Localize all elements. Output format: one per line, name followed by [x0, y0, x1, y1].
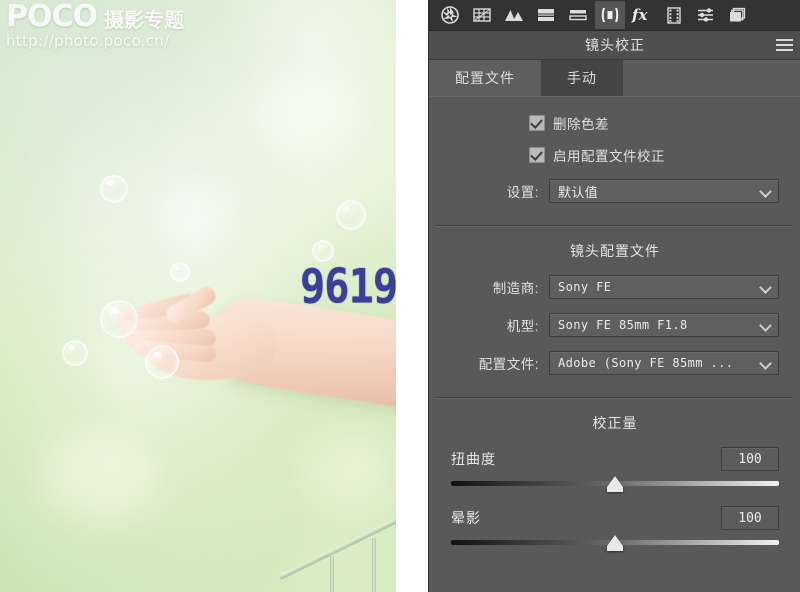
- field-make: 制造商: Sony FE: [451, 275, 779, 299]
- chevron-down-icon: [761, 187, 770, 196]
- correction-heading: 校正量: [592, 415, 638, 431]
- vignette-thumb[interactable]: [607, 535, 623, 551]
- tab-profile-label: 配置文件: [455, 70, 515, 86]
- checkbox-label: 启用配置文件校正: [553, 149, 665, 164]
- field-settings: 设置: 默认值: [451, 179, 779, 203]
- checkbox-remove-chromatic-aberration[interactable]: 删除色差: [529, 113, 800, 133]
- checkbox-group: 删除色差 启用配置文件校正: [429, 97, 800, 165]
- chevron-down-icon: [761, 359, 770, 368]
- settings-select[interactable]: 默认值: [549, 179, 779, 203]
- tab-profile[interactable]: 配置文件: [429, 60, 541, 96]
- settings-value: 默认值: [558, 184, 599, 200]
- checkbox-label: 删除色差: [553, 117, 609, 132]
- distortion-track[interactable]: [451, 476, 779, 492]
- panel-toolbar: fx: [429, 0, 800, 31]
- distortion-value-box[interactable]: 100: [721, 447, 779, 471]
- tabs-filler: [623, 60, 800, 96]
- two-bars-icon[interactable]: [563, 1, 593, 29]
- vignette-value: 100: [738, 510, 762, 526]
- model-select[interactable]: Sony FE 85mm F1.8: [549, 313, 779, 337]
- panel-tabs: 配置文件 手动: [429, 60, 800, 97]
- slider-vignette: 晕影 100: [451, 506, 779, 551]
- model-value: Sony FE 85mm F1.8: [558, 318, 688, 332]
- divider: [437, 397, 793, 399]
- make-label: 制造商:: [492, 281, 539, 296]
- aperture-icon[interactable]: [435, 1, 465, 29]
- watermark-url: http://photo.poco.cn/: [6, 32, 170, 50]
- distortion-value: 100: [738, 451, 762, 467]
- make-select[interactable]: Sony FE: [549, 275, 779, 299]
- settings-label: 设置:: [506, 185, 539, 200]
- profile-label: 配置文件:: [478, 357, 539, 372]
- watermark: POCO 摄影专题 http://photo.poco.cn/: [6, 2, 184, 49]
- fx-icon[interactable]: fx: [627, 1, 657, 29]
- slider-head: 晕影 100: [451, 506, 779, 530]
- svg-text:fx: fx: [631, 6, 648, 24]
- bubble-icon: [100, 300, 138, 338]
- app-screenshot: POCO 摄影专题 http://photo.poco.cn/ 961927: [0, 0, 800, 592]
- panel-title: 镜头校正: [585, 37, 645, 53]
- lens-profile-heading: 镜头配置文件: [570, 243, 660, 259]
- bubble-icon: [336, 200, 366, 230]
- bubble-icon: [100, 175, 128, 203]
- distortion-label: 扭曲度: [451, 451, 496, 467]
- field-profile: 配置文件: Adobe (Sony FE 85mm ...: [451, 351, 779, 375]
- photo-gutter: [396, 0, 428, 592]
- panel-body: 删除色差 启用配置文件校正 设置: 默认值 镜头配置文件 制造商: Sony F…: [429, 97, 800, 551]
- divider: [437, 225, 793, 227]
- lens-correction-panel: fx 镜头校正 配置文件 手动 删除色差 启用配置文件校正 设置: 默认值 镜头…: [428, 0, 800, 592]
- distortion-thumb[interactable]: [607, 476, 623, 492]
- grid-table-icon[interactable]: [467, 1, 497, 29]
- make-value: Sony FE: [558, 280, 612, 294]
- bubble-icon: [62, 340, 88, 366]
- lens-correction-icon[interactable]: [595, 1, 625, 29]
- split-rows-icon[interactable]: [531, 1, 561, 29]
- watermark-topic: 摄影专题: [104, 8, 185, 32]
- bokeh-blob: [40, 430, 160, 525]
- bokeh-blob: [150, 180, 230, 250]
- bubble-icon: [170, 262, 190, 282]
- filmstrip-icon[interactable]: [659, 1, 689, 29]
- hamburger-icon[interactable]: [776, 39, 793, 51]
- checkbox-icon[interactable]: [529, 147, 545, 163]
- checkbox-enable-profile-correction[interactable]: 启用配置文件校正: [529, 145, 800, 165]
- slider-head: 扭曲度 100: [451, 447, 779, 471]
- watermark-brand: POCO: [6, 0, 98, 34]
- bokeh-blob: [250, 70, 360, 160]
- railing-post: [372, 538, 376, 592]
- profile-select[interactable]: Adobe (Sony FE 85mm ...: [549, 351, 779, 375]
- profile-value: Adobe (Sony FE 85mm ...: [558, 356, 734, 370]
- vignette-value-box[interactable]: 100: [721, 506, 779, 530]
- panel-title-bar: 镜头校正: [429, 31, 800, 60]
- bubble-icon: [145, 345, 179, 379]
- tab-manual-label: 手动: [567, 70, 597, 86]
- tab-manual[interactable]: 手动: [541, 60, 623, 96]
- sliders-icon[interactable]: [691, 1, 721, 29]
- layers-icon[interactable]: [723, 1, 753, 29]
- chevron-down-icon: [761, 283, 770, 292]
- vignette-track[interactable]: [451, 535, 779, 551]
- bokeh-blob: [300, 430, 390, 510]
- checkbox-icon[interactable]: [529, 115, 545, 131]
- model-label: 机型:: [506, 319, 539, 334]
- chevron-down-icon: [761, 321, 770, 330]
- field-model: 机型: Sony FE 85mm F1.8: [451, 313, 779, 337]
- railing-post: [330, 556, 334, 592]
- mountain-icon[interactable]: [499, 1, 529, 29]
- photo-preview[interactable]: POCO 摄影专题 http://photo.poco.cn/ 961927: [0, 0, 428, 592]
- vignette-label: 晕影: [451, 510, 481, 526]
- slider-distortion: 扭曲度 100: [451, 447, 779, 492]
